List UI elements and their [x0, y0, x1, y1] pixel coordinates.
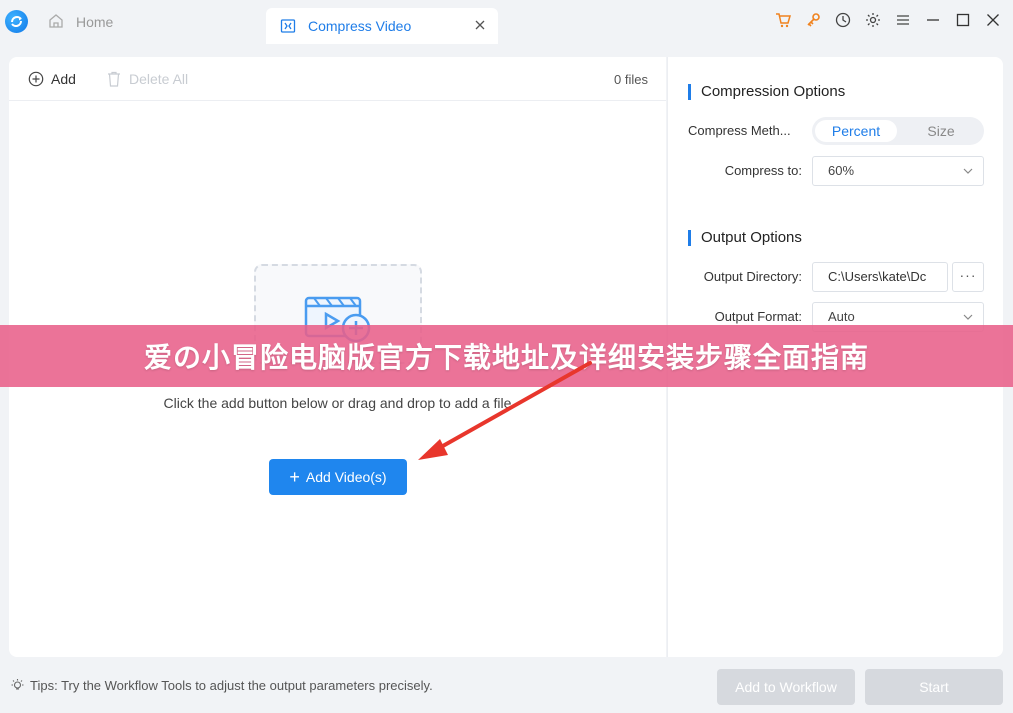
- add-to-workflow-button[interactable]: Add to Workflow: [717, 669, 855, 705]
- add-videos-button[interactable]: + Add Video(s): [269, 459, 407, 495]
- add-videos-label: Add Video(s): [305, 469, 387, 485]
- delete-all-label: Delete All: [129, 71, 189, 87]
- chevron-down-icon: [962, 311, 974, 323]
- tab-home-label: Home: [76, 14, 114, 30]
- gear-icon[interactable]: [862, 11, 884, 29]
- maximize-icon[interactable]: [952, 11, 974, 29]
- tab-compress-video-label: Compress Video: [308, 18, 412, 34]
- compress-to-select[interactable]: 60%: [812, 156, 984, 186]
- tab-compress-video[interactable]: Compress Video: [266, 8, 498, 44]
- tab-close-icon[interactable]: [472, 17, 488, 33]
- lightbulb-icon: [10, 678, 25, 693]
- file-count: 0 files: [614, 72, 648, 87]
- output-directory-field[interactable]: C:\Users\kate\Dc: [812, 262, 948, 292]
- method-percent-option[interactable]: Percent: [815, 120, 897, 142]
- app-logo-icon: [5, 10, 28, 33]
- add-button-label: Add: [51, 71, 76, 87]
- key-icon[interactable]: [802, 11, 824, 29]
- file-toolbar: Add Delete All 0 files: [9, 57, 666, 101]
- red-arrow-annotation: [418, 361, 592, 460]
- browse-more-button[interactable]: ···: [952, 262, 984, 292]
- minimize-icon[interactable]: [922, 11, 944, 29]
- compression-options-title: Compression Options: [688, 84, 845, 100]
- add-circle-icon: [28, 71, 44, 87]
- trash-icon: [107, 71, 121, 87]
- output-options-title: Output Options: [688, 230, 802, 246]
- compress-to-label: Compress to:: [724, 163, 802, 178]
- clock-icon[interactable]: [832, 11, 854, 29]
- window-controls: [772, 11, 1012, 29]
- compress-method-label: Compress Meth...: [688, 123, 791, 138]
- start-button[interactable]: Start: [865, 669, 1003, 705]
- output-directory-label: Output Directory:: [703, 269, 802, 284]
- delete-all-button[interactable]: Delete All: [107, 71, 188, 87]
- output-format-value: Auto: [828, 309, 855, 324]
- tab-home[interactable]: Home: [40, 0, 200, 44]
- tips-bar: Tips: Try the Workflow Tools to adjust t…: [10, 678, 433, 693]
- compress-method-toggle: Percent Size: [812, 117, 984, 145]
- method-size-option[interactable]: Size: [900, 120, 982, 142]
- output-format-label: Output Format:: [714, 309, 802, 324]
- home-icon: [48, 13, 66, 31]
- close-icon[interactable]: [982, 11, 1004, 29]
- menu-icon[interactable]: [892, 11, 914, 29]
- chevron-down-icon: [962, 165, 974, 177]
- plus-icon: +: [289, 467, 300, 487]
- compress-icon: [280, 18, 296, 34]
- cart-icon[interactable]: [772, 11, 794, 29]
- tips-text: Tips: Try the Workflow Tools to adjust t…: [30, 678, 433, 693]
- add-button[interactable]: Add: [28, 71, 76, 87]
- title-bar: Home Compress Video: [0, 0, 1013, 44]
- compress-to-value: 60%: [828, 163, 855, 178]
